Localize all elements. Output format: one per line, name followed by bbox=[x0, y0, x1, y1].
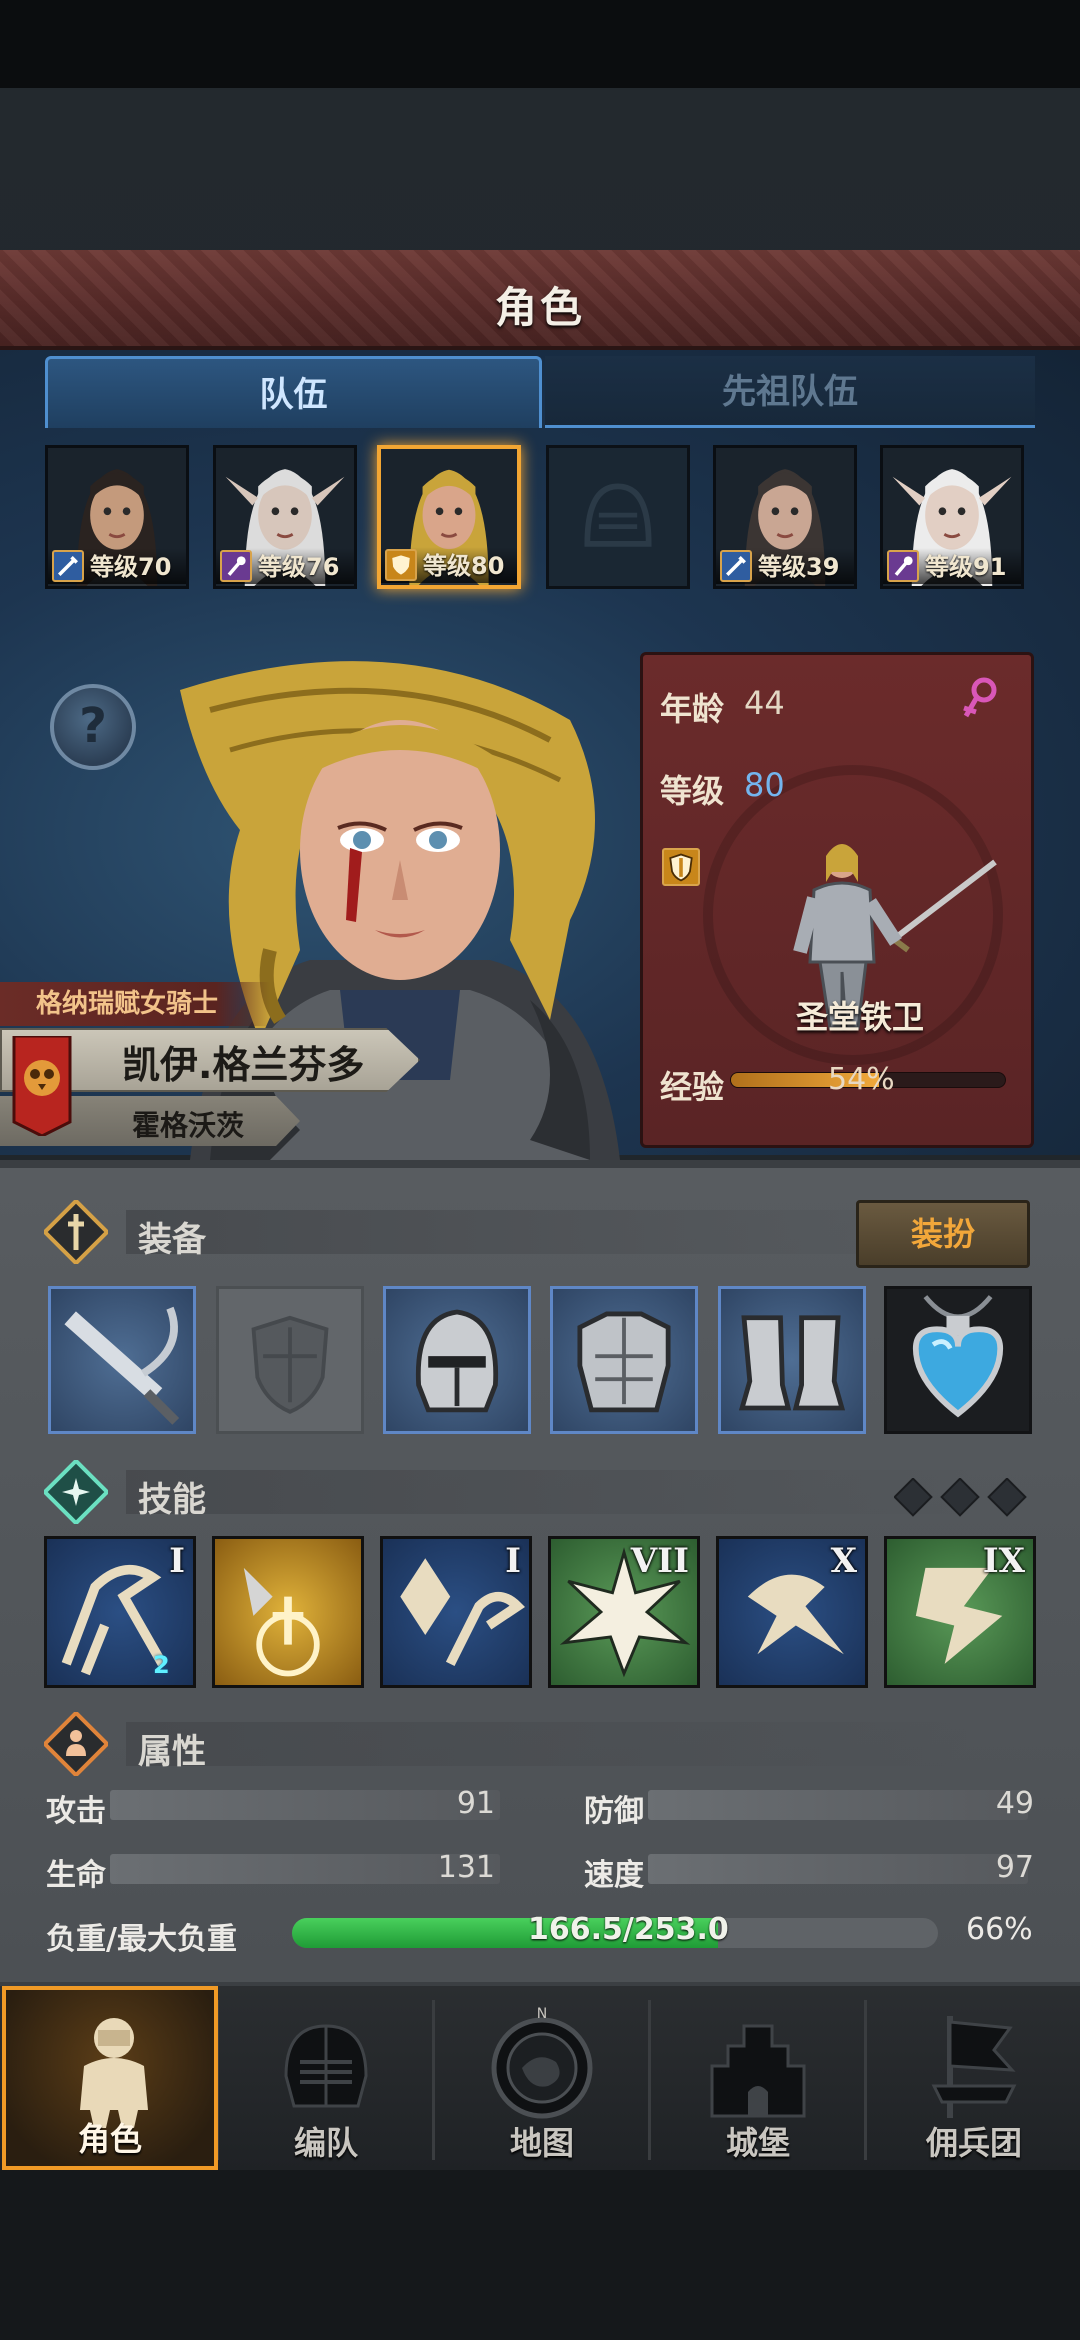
exp-percent: 54% bbox=[828, 1062, 895, 1097]
nav-map-label: 地图 bbox=[509, 2124, 574, 2162]
skill-slot[interactable]: I2 bbox=[44, 1536, 196, 1688]
compass-map-icon: N bbox=[491, 2006, 593, 2119]
skill-icon bbox=[243, 1567, 320, 1677]
roster-level: 等级76 bbox=[258, 553, 340, 581]
knight-icon bbox=[80, 2018, 148, 2128]
class-rank: 圣堂铁卫 bbox=[795, 998, 924, 1036]
nav-character[interactable]: 角色 bbox=[2, 1986, 218, 2170]
hero-origin: 霍格沃茨 bbox=[132, 1109, 245, 1142]
equipment-slot[interactable] bbox=[550, 1286, 698, 1434]
level-label: 等级 bbox=[660, 772, 725, 810]
roster-slot[interactable]: 等级70 bbox=[45, 445, 189, 589]
skill-rank: I bbox=[505, 1541, 521, 1581]
speed-label: 速度 bbox=[584, 1858, 644, 1893]
attributes-title: 属性 bbox=[138, 1732, 206, 1772]
level-value: 80 bbox=[744, 766, 785, 804]
bottom-band bbox=[0, 2170, 1080, 2340]
hero-title: 格纳瑞赋女骑士 bbox=[0, 982, 270, 1026]
svg-text:N: N bbox=[537, 2006, 547, 2022]
roster-level: 等级39 bbox=[758, 553, 840, 581]
load-value: 166.5/253.0 bbox=[528, 1912, 729, 1947]
helmet-placeholder-icon bbox=[584, 483, 652, 547]
tab-ancestor-team[interactable]: 先祖队伍 bbox=[545, 356, 1035, 428]
help-button[interactable]: ? bbox=[50, 684, 136, 770]
nav-mercenary[interactable]: 佣兵团 bbox=[866, 1986, 1080, 2170]
roster-level: 等级70 bbox=[90, 553, 172, 581]
skill-rank: VII bbox=[630, 1541, 689, 1581]
sword-icon bbox=[720, 550, 752, 582]
hp-label: 生命 bbox=[46, 1858, 106, 1893]
defense-value: 49 bbox=[995, 1786, 1034, 1821]
nav-castle-label: 城堡 bbox=[725, 2124, 790, 2162]
age-value: 44 bbox=[744, 684, 785, 722]
skill-slot[interactable] bbox=[212, 1536, 364, 1688]
skills-title: 技能 bbox=[138, 1480, 206, 1520]
chest-armor-icon bbox=[577, 1311, 671, 1413]
amulet-icon bbox=[912, 1295, 1004, 1418]
female-gender-icon bbox=[963, 677, 997, 718]
helmet-icon bbox=[415, 1309, 499, 1413]
skill-rank: X bbox=[830, 1541, 857, 1581]
skill-rank: I bbox=[169, 1541, 185, 1581]
skill-slot[interactable]: I bbox=[380, 1536, 532, 1688]
dagger-icon bbox=[44, 1200, 108, 1264]
skill-badge: 2 bbox=[153, 1651, 170, 1679]
equipment-slot[interactable] bbox=[383, 1286, 531, 1434]
skill-slot[interactable]: VII bbox=[548, 1536, 700, 1688]
question-icon: ? bbox=[79, 698, 107, 754]
mercenary-banner-icon bbox=[931, 2016, 1017, 2118]
equipment-title: 装备 bbox=[138, 1220, 206, 1260]
load-percent: 66% bbox=[966, 1912, 1033, 1947]
roster-slot[interactable]: 等级76 bbox=[213, 445, 357, 589]
roster-slot-empty[interactable] bbox=[546, 445, 690, 589]
skill-rank: IX bbox=[982, 1541, 1025, 1581]
skill-star-icon bbox=[44, 1460, 108, 1524]
roster-slot[interactable]: 等级39 bbox=[713, 445, 857, 589]
equipment-slot[interactable] bbox=[718, 1286, 866, 1434]
equipment-slot[interactable] bbox=[884, 1286, 1032, 1434]
equipment-slot[interactable] bbox=[48, 1286, 196, 1434]
age-label: 年龄 bbox=[660, 690, 725, 728]
skill-slots-diamond-icons bbox=[894, 1478, 1027, 1517]
nav-mercenary-label: 佣兵团 bbox=[925, 2124, 1022, 2162]
sword-icon bbox=[52, 550, 84, 582]
exp-label: 经验 bbox=[660, 1068, 725, 1106]
attack-value: 91 bbox=[456, 1786, 495, 1821]
attack-label: 攻击 bbox=[46, 1794, 106, 1829]
shield-class-icon bbox=[662, 848, 700, 886]
boots-icon bbox=[738, 1315, 846, 1411]
hp-value: 131 bbox=[437, 1850, 495, 1885]
castle-icon bbox=[710, 2024, 806, 2118]
nav-castle[interactable]: 城堡 bbox=[650, 1986, 866, 2170]
person-icon bbox=[44, 1712, 108, 1776]
nav-character-label: 角色 bbox=[77, 2120, 142, 2158]
owl-banner-icon bbox=[12, 1036, 72, 1136]
sword-icon bbox=[64, 1306, 180, 1425]
staff-icon bbox=[220, 550, 252, 582]
hero-name: 凯伊.格兰芬多 bbox=[122, 1043, 365, 1087]
speed-value: 97 bbox=[995, 1850, 1034, 1885]
skill-slot[interactable]: X bbox=[716, 1536, 868, 1688]
formation-helmet-icon bbox=[284, 2024, 368, 2108]
load-label: 负重/最大负重 bbox=[46, 1922, 237, 1957]
nav-formation[interactable]: 编队 bbox=[218, 1986, 434, 2170]
staff-icon bbox=[887, 550, 919, 582]
equipment-slot[interactable] bbox=[216, 1286, 364, 1434]
attributes-header-bar bbox=[126, 1722, 1066, 1766]
roster-level: 等级91 bbox=[925, 553, 1007, 581]
page-title: 角色 bbox=[494, 283, 585, 332]
roster-slot[interactable]: 等级80 bbox=[377, 445, 521, 589]
nav-formation-label: 编队 bbox=[293, 2124, 358, 2162]
nav-map[interactable]: N 地图 bbox=[434, 1986, 650, 2170]
roster-slot[interactable]: 等级91 bbox=[880, 445, 1024, 589]
status-bar bbox=[0, 0, 1080, 88]
roster-level: 等级80 bbox=[423, 552, 505, 580]
shield-icon bbox=[385, 549, 417, 581]
title-banner: 角色 bbox=[0, 250, 1080, 350]
tab-team[interactable]: 队伍 bbox=[45, 356, 542, 428]
defense-label: 防御 bbox=[584, 1794, 644, 1829]
skill-slot[interactable]: IX bbox=[884, 1536, 1036, 1688]
shield-placeholder-icon bbox=[251, 1315, 329, 1414]
dress-up-button[interactable]: 装扮 bbox=[856, 1200, 1030, 1268]
